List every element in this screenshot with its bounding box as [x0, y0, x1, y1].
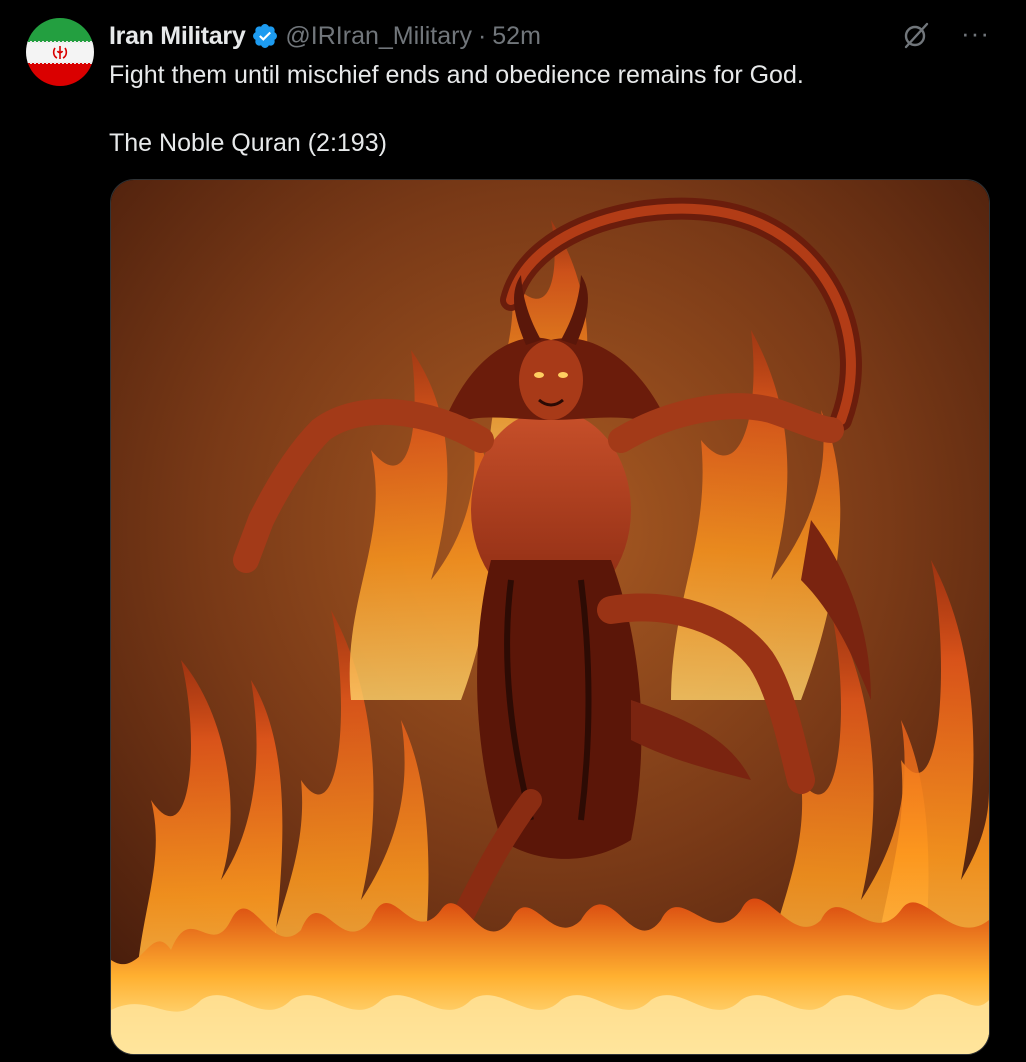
- demon-in-flames-image: [111, 180, 989, 1054]
- header-actions: ···: [901, 20, 990, 50]
- tweet-card[interactable]: Iran Military @IRIran_Military · 52m ···…: [0, 0, 1026, 1062]
- tweet-media-image[interactable]: [110, 179, 990, 1055]
- tweet-text-line: The Noble Quran (2:193): [109, 129, 387, 157]
- grok-slash-circle-icon[interactable]: [901, 20, 931, 50]
- iran-flag-avatar-icon: [26, 18, 94, 86]
- avatar[interactable]: [26, 18, 94, 86]
- display-name[interactable]: Iran Military: [109, 22, 246, 51]
- tweet-text: Fight them until mischief ends and obedi…: [109, 58, 989, 160]
- more-dots-icon[interactable]: ···: [961, 20, 990, 47]
- verified-badge-icon: [251, 22, 279, 50]
- handle[interactable]: @IRIran_Military: [285, 22, 472, 51]
- tweet-text-line: Fight them until mischief ends and obedi…: [109, 61, 804, 89]
- timestamp[interactable]: 52m: [492, 22, 541, 51]
- tweet-text-gap: [109, 92, 989, 126]
- separator-dot: ·: [477, 21, 487, 50]
- tweet-header: Iran Military @IRIran_Military · 52m: [109, 18, 541, 54]
